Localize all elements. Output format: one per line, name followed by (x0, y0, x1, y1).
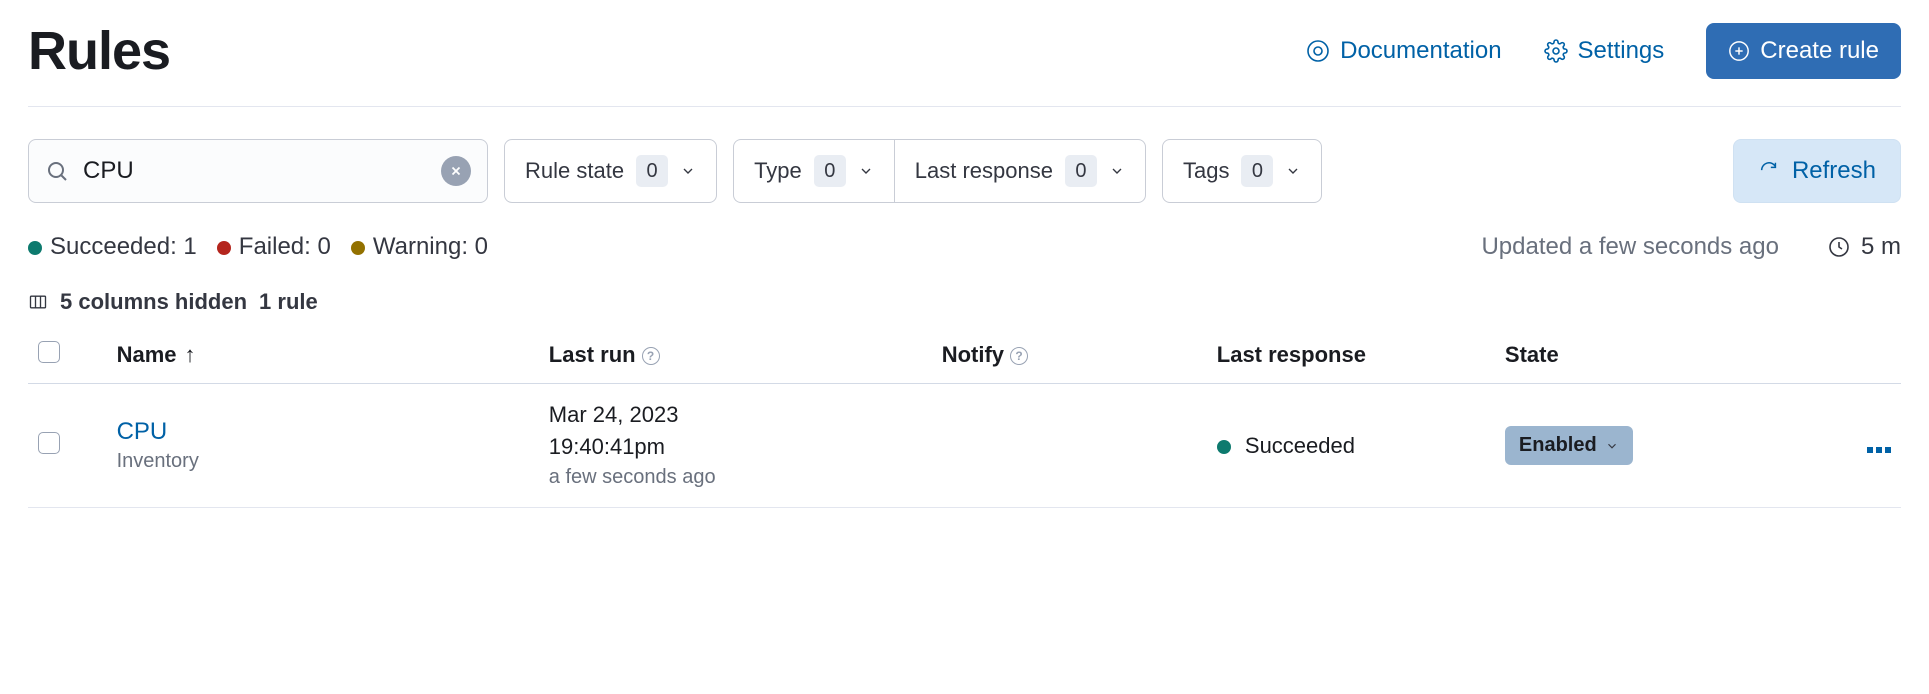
filter-rule-state-label: Rule state (525, 158, 624, 184)
refresh-interval[interactable]: 5 m (1827, 233, 1901, 261)
row-checkbox[interactable] (38, 432, 60, 454)
state-toggle[interactable]: Enabled (1505, 426, 1633, 465)
th-notify-label: Notify (942, 342, 1004, 367)
select-all-checkbox[interactable] (38, 341, 60, 363)
th-last-response[interactable]: Last response (1207, 327, 1495, 384)
chevron-down-icon (680, 163, 696, 179)
cell-notify (932, 384, 1207, 508)
help-icon (1306, 39, 1330, 63)
rule-count-label: 1 rule (259, 289, 318, 315)
clear-search-button[interactable] (441, 156, 471, 186)
sort-asc-icon: ↑ (185, 342, 196, 367)
dot-icon (217, 241, 231, 255)
chevron-down-icon (1109, 163, 1125, 179)
status-warning: Warning: 0 (351, 233, 488, 261)
cell-last-response: Succeeded (1245, 433, 1355, 458)
row-actions-button[interactable] (1867, 447, 1891, 453)
refresh-label: Refresh (1792, 157, 1876, 185)
page-title: Rules (28, 20, 170, 82)
dot-icon (351, 241, 365, 255)
th-name[interactable]: Name ↑ (107, 327, 539, 384)
th-select-all (28, 327, 107, 384)
status-failed-label: Failed: 0 (239, 233, 331, 260)
filter-last-response-label: Last response (915, 158, 1053, 184)
settings-link[interactable]: Settings (1544, 37, 1665, 65)
rule-name-link[interactable]: CPU (117, 418, 529, 446)
last-run-time: 19:40:41pm (549, 434, 922, 460)
table-header-row: Name ↑ Last run? Notify? Last response St… (28, 327, 1901, 384)
th-notify[interactable]: Notify? (932, 327, 1207, 384)
page-header: Rules Documentation Settings Create rule (28, 20, 1901, 107)
chevron-down-icon (858, 163, 874, 179)
updated-ago-label: Updated a few seconds ago (1481, 233, 1779, 261)
status-warning-label: Warning: 0 (373, 233, 488, 260)
last-run-date: Mar 24, 2023 (549, 402, 922, 428)
chevron-down-icon (1285, 163, 1301, 179)
settings-label: Settings (1578, 37, 1665, 65)
filter-last-response[interactable]: Last response 0 (894, 139, 1146, 203)
refresh-icon (1758, 160, 1780, 182)
updated-group: Updated a few seconds ago 5 m (1481, 233, 1901, 261)
refresh-button[interactable]: Refresh (1733, 139, 1901, 203)
create-rule-button[interactable]: Create rule (1706, 23, 1901, 79)
filter-tags[interactable]: Tags 0 (1162, 139, 1322, 203)
plus-circle-icon (1728, 40, 1750, 62)
filter-last-response-count: 0 (1065, 155, 1097, 187)
chevron-down-icon (1605, 439, 1619, 453)
create-rule-label: Create rule (1760, 37, 1879, 65)
dot-icon (28, 241, 42, 255)
documentation-link[interactable]: Documentation (1306, 37, 1501, 65)
status-failed: Failed: 0 (217, 233, 331, 261)
th-last-response-label: Last response (1217, 342, 1366, 367)
search-icon (45, 159, 69, 183)
status-counts: Succeeded: 1 Failed: 0 Warning: 0 (28, 233, 488, 261)
th-last-run[interactable]: Last run? (539, 327, 932, 384)
state-label: Enabled (1519, 434, 1597, 457)
gear-icon (1544, 39, 1568, 63)
status-bar: Succeeded: 1 Failed: 0 Warning: 0 Update… (28, 233, 1901, 261)
filter-tags-count: 0 (1241, 155, 1273, 187)
th-state-label: State (1505, 342, 1559, 367)
x-icon (449, 164, 463, 178)
th-actions (1822, 327, 1901, 384)
rules-table: Name ↑ Last run? Notify? Last response St… (28, 327, 1901, 508)
filter-rule-state[interactable]: Rule state 0 (504, 139, 717, 203)
dot-icon (1217, 440, 1231, 454)
clock-refresh-icon (1827, 235, 1851, 259)
columns-info[interactable]: 5 columns hidden 1 rule (28, 289, 1901, 315)
table-row: CPU Inventory Mar 24, 2023 19:40:41pm a … (28, 384, 1901, 508)
filters-row: Rule state 0 Type 0 Last response 0 Tags… (28, 139, 1901, 203)
filter-type[interactable]: Type 0 (733, 139, 894, 203)
th-state[interactable]: State (1495, 327, 1822, 384)
refresh-interval-label: 5 m (1861, 233, 1901, 261)
filter-rule-state-count: 0 (636, 155, 668, 187)
columns-icon (28, 292, 48, 312)
filter-type-label: Type (754, 158, 802, 184)
th-last-run-label: Last run (549, 342, 636, 367)
documentation-label: Documentation (1340, 37, 1501, 65)
last-run-ago: a few seconds ago (549, 466, 922, 489)
rule-subtitle: Inventory (117, 450, 529, 473)
columns-hidden-label: 5 columns hidden (60, 289, 247, 315)
status-succeeded-label: Succeeded: 1 (50, 233, 197, 260)
th-name-label: Name (117, 342, 177, 367)
status-succeeded: Succeeded: 1 (28, 233, 197, 261)
filter-type-count: 0 (814, 155, 846, 187)
search-box (28, 139, 488, 203)
filter-tags-label: Tags (1183, 158, 1229, 184)
help-icon: ? (1010, 347, 1028, 365)
header-actions: Documentation Settings Create rule (1306, 23, 1901, 79)
help-icon: ? (642, 347, 660, 365)
search-input[interactable] (69, 157, 441, 185)
